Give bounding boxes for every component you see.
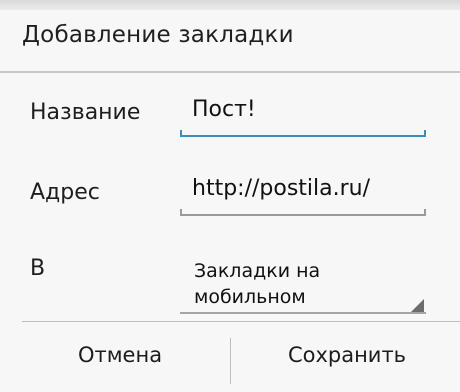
address-input-underline (180, 209, 426, 216)
name-input[interactable]: Пост! (180, 97, 426, 137)
name-label: Название (30, 100, 141, 125)
button-separator (230, 338, 231, 384)
folder-label: В (30, 256, 46, 281)
title-divider (0, 71, 460, 73)
dropdown-triangle-icon (411, 299, 424, 312)
cancel-button[interactable]: Отмена (40, 343, 200, 367)
button-bar-divider (22, 321, 460, 322)
dialog-top-edge (0, 0, 460, 10)
folder-select-value: Закладки на мобильном (194, 260, 321, 308)
folder-select-underline (180, 312, 426, 314)
dialog-title: Добавление закладки (22, 22, 294, 48)
folder-select[interactable]: Закладки на мобильном (180, 258, 426, 314)
address-input[interactable]: http://postila.ru/ (180, 176, 426, 216)
save-button[interactable]: Сохранить (262, 343, 432, 367)
address-label: Адрес (30, 180, 100, 205)
name-input-underline (180, 130, 426, 137)
address-input-value: http://postila.ru/ (192, 176, 371, 201)
name-input-value: Пост! (192, 97, 256, 122)
